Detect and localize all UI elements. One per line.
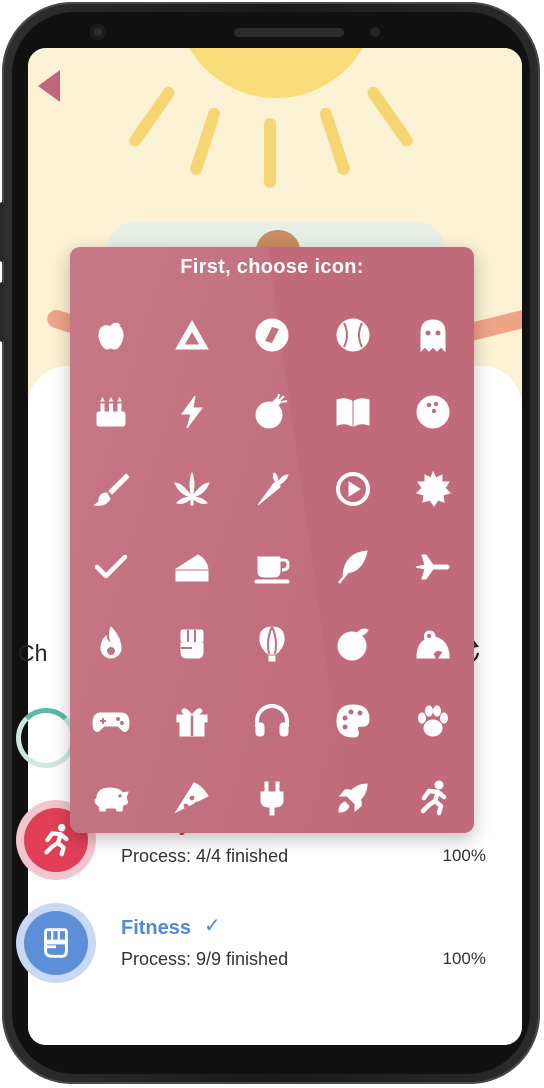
proximity-sensor	[370, 27, 380, 37]
sun-ray	[126, 84, 177, 149]
icon-option-baseball[interactable]	[327, 309, 379, 361]
pizza-slice-icon	[174, 782, 209, 814]
icon-option-paw[interactable]	[407, 695, 459, 747]
icon-option-plug[interactable]	[246, 772, 298, 824]
icon-option-hot-air-balloon[interactable]	[246, 618, 298, 670]
back-button[interactable]	[38, 70, 60, 102]
birthday-cake-icon	[96, 396, 126, 427]
volume-button	[0, 202, 4, 262]
fist-icon	[180, 629, 203, 659]
task-item-fitness[interactable]: Fitness ✓ Process: 9/9 finished 100%	[16, 903, 486, 983]
task-percent: 100%	[442, 949, 486, 968]
airplane-icon	[415, 554, 450, 580]
ghost-icon	[420, 319, 446, 353]
lightning-icon	[180, 395, 203, 429]
icon-option-sun-badge[interactable]	[407, 463, 459, 515]
runner-icon	[44, 823, 69, 857]
speaker-grille	[234, 28, 344, 37]
section-title: Ch	[18, 640, 48, 666]
open-book-icon	[336, 398, 370, 427]
task-name: Fitness	[121, 917, 192, 939]
play-circle-icon	[336, 472, 370, 506]
icon-option-runner[interactable]	[407, 772, 459, 824]
icon-option-flame[interactable]	[85, 618, 137, 670]
carrot-icon	[257, 472, 289, 506]
icon-option-paint-brush[interactable]	[85, 463, 137, 515]
task-progress-ring[interactable]	[16, 708, 76, 768]
icon-option-headphones[interactable]	[246, 695, 298, 747]
front-camera	[90, 24, 106, 40]
task-badge-disc	[24, 911, 88, 975]
icon-option-birthday-cake[interactable]	[85, 386, 137, 438]
icon-option-gamepad[interactable]	[85, 695, 137, 747]
paint-brush-icon	[93, 473, 130, 506]
icon-option-palette[interactable]	[327, 695, 379, 747]
task-process: Process: 9/9 finished	[121, 949, 289, 969]
icon-option-checkmark[interactable]	[85, 541, 137, 593]
sun-ray	[264, 118, 276, 188]
gamepad-icon	[92, 712, 130, 732]
icon-option-fruit[interactable]	[327, 618, 379, 670]
icon-option-apple[interactable]	[85, 309, 137, 361]
icon-option-bomb[interactable]	[246, 386, 298, 438]
task-percent: 100%	[442, 846, 486, 865]
icon-option-triangle-a[interactable]	[166, 309, 218, 361]
icon-option-lightning[interactable]	[166, 386, 218, 438]
bomb-icon	[255, 393, 288, 429]
sun-ray	[365, 84, 416, 149]
runner-icon	[420, 780, 447, 816]
paw-icon	[418, 705, 448, 737]
task-process: Process: 4/4 finished	[121, 846, 289, 866]
apple-icon	[98, 322, 124, 350]
fist-icon	[44, 928, 68, 958]
fruit-icon	[337, 628, 369, 661]
checkmark-icon	[94, 554, 128, 579]
gift-icon	[176, 708, 207, 737]
icon-option-feather[interactable]	[327, 541, 379, 593]
icon-option-airplane[interactable]	[407, 541, 459, 593]
volume-button-lower	[0, 282, 4, 342]
coffee-cup-icon	[254, 556, 290, 584]
icon-option-diamond-coin[interactable]	[246, 309, 298, 361]
icon-option-frog[interactable]	[407, 618, 459, 670]
icon-option-gift[interactable]	[166, 695, 218, 747]
palette-icon	[336, 704, 370, 738]
sun-illustration	[176, 48, 376, 98]
baseball-icon	[336, 318, 370, 352]
icon-option-piggy-bank[interactable]	[85, 772, 137, 824]
piggy-bank-icon	[94, 787, 129, 812]
picker-title: First, choose icon:	[180, 256, 364, 278]
icon-option-coffee-cup[interactable]	[246, 541, 298, 593]
icon-option-cake-slice[interactable]	[166, 541, 218, 593]
rocket-icon	[338, 783, 368, 813]
icon-option-play-circle[interactable]	[327, 463, 379, 515]
checkmark-icon: ✓	[204, 915, 221, 937]
diamond-coin-icon	[255, 318, 289, 352]
frog-icon	[416, 630, 450, 659]
bowling-ball-icon	[416, 395, 450, 429]
cannabis-leaf-icon	[173, 471, 210, 506]
icon-option-cannabis-leaf[interactable]	[166, 463, 218, 515]
feather-icon	[338, 550, 368, 584]
headphones-icon	[255, 704, 289, 737]
sun-badge-icon	[416, 470, 451, 507]
icon-option-carrot[interactable]	[246, 463, 298, 515]
flame-icon	[100, 626, 122, 659]
sun-ray	[188, 106, 222, 177]
icon-option-pizza-slice[interactable]	[166, 772, 218, 824]
icon-option-open-book[interactable]	[327, 386, 379, 438]
plug-icon	[260, 781, 284, 816]
cake-slice-icon	[173, 554, 209, 582]
triangle-a-icon	[174, 319, 209, 350]
hot-air-balloon-icon	[259, 626, 285, 662]
task-badge	[16, 903, 96, 983]
sun-ray	[318, 106, 352, 177]
icon-option-rocket[interactable]	[327, 772, 379, 824]
icon-option-bowling-ball[interactable]	[407, 386, 459, 438]
icon-option-fist[interactable]	[166, 618, 218, 670]
icon-picker-dialog: First, choose icon:	[70, 247, 474, 833]
icon-option-ghost[interactable]	[407, 309, 459, 361]
